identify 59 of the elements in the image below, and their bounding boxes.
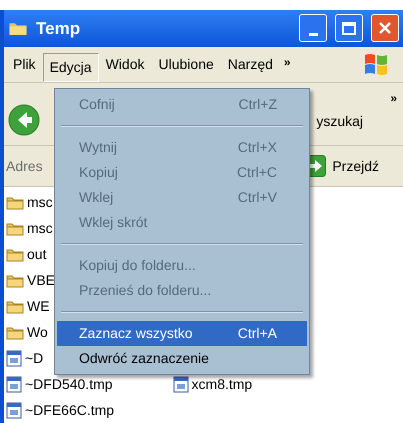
file-name: ~DFE66C.tmp [25, 400, 114, 420]
folder-icon [8, 20, 28, 36]
menu-item[interactable]: Odwróć zaznaczenie [57, 346, 307, 371]
shortcut-label: Ctrl+A [238, 324, 277, 343]
menu-item-label: Przenieś do folderu... [79, 281, 212, 300]
close-button[interactable] [371, 14, 399, 42]
folder-icon [6, 220, 24, 236]
file-item[interactable]: WE [6, 296, 50, 317]
folder-icon [6, 298, 24, 314]
menu-bar-item[interactable]: Ulubione [152, 50, 221, 79]
file-name: out [27, 244, 46, 264]
file-name: msc [27, 192, 53, 212]
menu-item-label: Kopiuj do folderu... [79, 256, 196, 275]
address-label: Adres [6, 156, 43, 176]
menu-item-label: Cofnij [79, 95, 115, 114]
menu-item-label: Wytnij [79, 138, 117, 157]
file-item[interactable]: xcm8.tmp [172, 374, 252, 395]
folder-icon [6, 194, 24, 210]
windows-logo-icon [363, 51, 389, 78]
overflow-chevron[interactable]: » [390, 88, 397, 107]
file-item[interactable]: VBE [6, 270, 56, 291]
file-item[interactable]: ~DFD540.tmp [6, 374, 113, 395]
file-item[interactable]: out [6, 244, 46, 265]
maximize-button[interactable] [335, 14, 363, 42]
file-name: ~DFD540.tmp [25, 374, 113, 394]
menu-item-label: Zaznacz wszystko [79, 324, 193, 343]
menu-bar-item[interactable]: Widok [98, 50, 152, 79]
menu-bar-item[interactable]: Plik [6, 50, 43, 79]
file-item[interactable]: msc [6, 192, 53, 213]
folder-icon [6, 246, 24, 262]
shortcut-label: Ctrl+Z [238, 95, 277, 114]
overflow-chevron[interactable]: » [284, 52, 291, 71]
file-name: ~D [25, 348, 44, 368]
window-title: Temp [36, 18, 82, 40]
shortcut-label: Ctrl+V [238, 188, 277, 207]
file-name: WE [27, 296, 50, 316]
file-icon [172, 376, 189, 393]
minimize-button[interactable] [299, 14, 327, 42]
shortcut-label: Ctrl+X [238, 138, 277, 157]
menu-item-label: Wklej skrót [79, 213, 148, 232]
file-name: Wo [27, 322, 48, 342]
menu-item[interactable]: Zaznacz wszystko Ctrl+A [57, 321, 307, 346]
folder-icon [6, 324, 24, 340]
menu-item-label: Kopiuj [79, 163, 118, 182]
search-label[interactable]: yszukaj [316, 110, 363, 132]
close-icon [378, 21, 392, 36]
file-item[interactable]: Wo [6, 322, 48, 343]
menu-bar-item[interactable]: Edycja [42, 52, 99, 82]
file-name: msc [27, 218, 53, 238]
file-item[interactable]: ~D [6, 348, 44, 369]
file-item[interactable]: msc [6, 218, 53, 239]
file-name: VBE [27, 270, 56, 290]
shortcut-label: Ctrl+C [236, 163, 277, 182]
menu-item-label: Wklej [79, 188, 114, 207]
file-name: xcm8.tmp [192, 374, 252, 394]
file-item[interactable]: ~DFE66C.tmp [6, 400, 114, 421]
folder-icon [6, 272, 24, 288]
menu-item-label: Odwróć zaznaczenie [79, 349, 209, 368]
menu-bar-item[interactable]: Narzęd [220, 50, 280, 79]
